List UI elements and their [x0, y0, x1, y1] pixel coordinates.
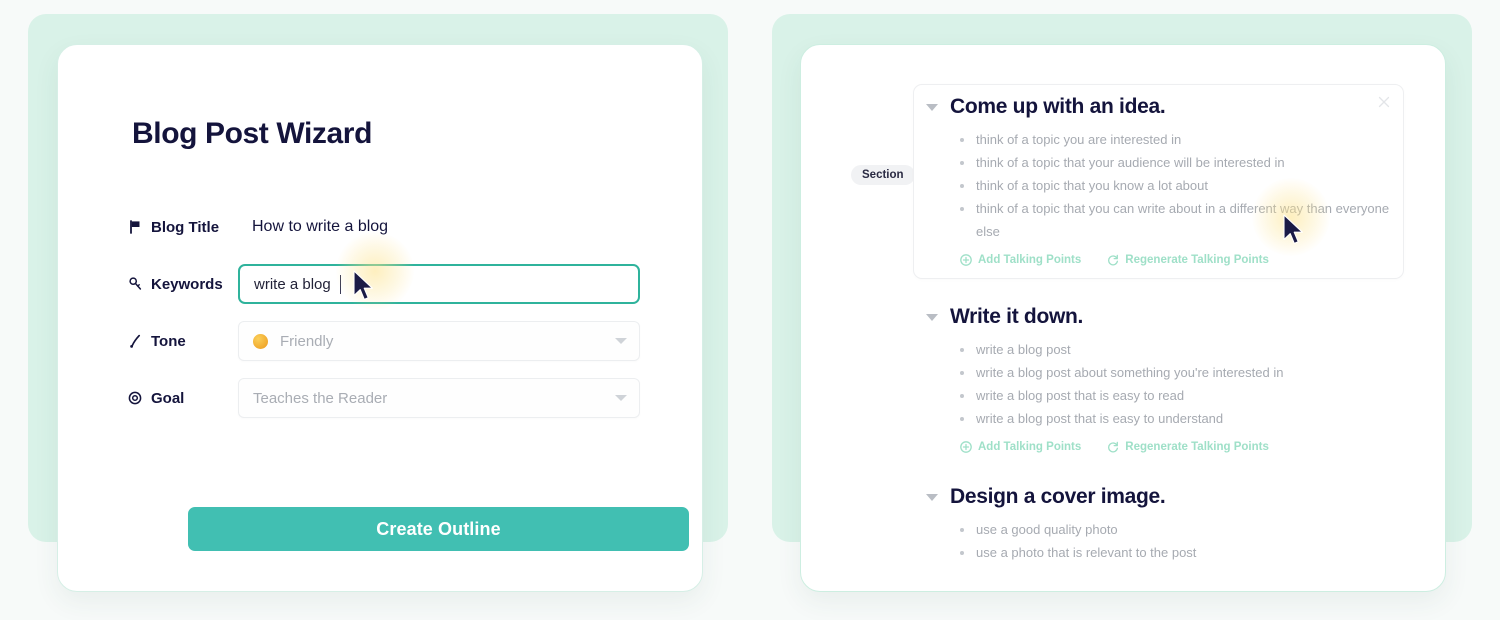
list-item: write a blog post [960, 338, 1404, 361]
keywords-label: Keywords [128, 276, 238, 293]
chevron-down-icon[interactable] [615, 395, 627, 401]
create-outline-button[interactable]: Create Outline [188, 507, 689, 551]
section-title: Write it down. [950, 305, 1084, 328]
outline-section[interactable]: Write it down. write a blog post write a… [914, 305, 1404, 453]
talking-points-actions: Add Talking Points Regenerate Talking Po… [960, 254, 1391, 266]
form-row-keywords: Keywords write a blog [128, 257, 640, 311]
list-item: think of a topic that you know a lot abo… [960, 174, 1391, 197]
section-badge: Section [851, 165, 915, 185]
goal-label-text: Goal [151, 389, 185, 407]
list-item: think of a topic that you can write abou… [960, 197, 1391, 243]
tone-emoji-icon [253, 333, 268, 349]
chevron-down-icon[interactable] [615, 338, 627, 344]
keywords-input-value: write a blog [254, 275, 331, 293]
flag-icon [128, 220, 142, 234]
section-header[interactable]: Come up with an idea. [914, 95, 1391, 119]
regenerate-talking-points-button[interactable]: Regenerate Talking Points [1107, 441, 1269, 453]
regenerate-talking-points-button[interactable]: Regenerate Talking Points [1107, 254, 1269, 266]
goal-label: Goal [128, 390, 238, 407]
goal-field-wrap: Teaches the Reader [238, 378, 640, 418]
list-item: think of a topic you are interested in [960, 128, 1391, 151]
chevron-down-icon[interactable] [926, 103, 938, 111]
plus-circle-icon [960, 441, 972, 453]
tone-select[interactable]: Friendly [238, 321, 640, 361]
goal-select-value: Teaches the Reader [253, 389, 388, 407]
section-header[interactable]: Design a cover image. [914, 485, 1404, 509]
refresh-icon [1108, 441, 1119, 453]
blog-title-label-text: Blog Title [151, 218, 220, 236]
chevron-down-icon[interactable] [926, 493, 938, 501]
list-item: write a blog post about something you're… [960, 361, 1404, 384]
wizard-form: Blog Title How to write a blog Keywords … [128, 200, 640, 428]
plus-circle-icon [960, 254, 972, 266]
blog-title-value: How to write a blog [252, 218, 389, 235]
add-talking-points-button[interactable]: Add Talking Points [960, 254, 1081, 266]
talking-points-actions: Add Talking Points Regenerate Talking Po… [960, 441, 1404, 453]
add-talking-points-label: Add Talking Points [978, 441, 1082, 453]
outline-sections: Come up with an idea. think of a topic y… [913, 84, 1404, 564]
regenerate-talking-points-label: Regenerate Talking Points [1125, 254, 1269, 266]
outline-section[interactable]: Design a cover image. use a good quality… [914, 485, 1404, 564]
refresh-icon [1108, 254, 1119, 266]
talking-points-list: use a good quality photo use a photo tha… [960, 518, 1404, 564]
pen-icon [128, 334, 142, 348]
section-header[interactable]: Write it down. [914, 305, 1404, 329]
talking-points-list: think of a topic you are interested in t… [960, 128, 1391, 243]
blog-post-wizard-card: Blog Post Wizard Blog Title How to write… [57, 44, 703, 592]
list-item: use a photo that is relevant to the post [960, 541, 1404, 564]
list-item: write a blog post that is easy to read [960, 384, 1404, 407]
key-icon [128, 277, 142, 291]
tone-label-text: Tone [151, 332, 186, 350]
form-row-blog-title: Blog Title How to write a blog [128, 200, 640, 254]
target-icon [128, 391, 142, 405]
add-talking-points-label: Add Talking Points [978, 254, 1082, 266]
chevron-down-icon[interactable] [926, 313, 938, 321]
tone-select-value: Friendly [280, 332, 334, 350]
regenerate-talking-points-label: Regenerate Talking Points [1125, 441, 1269, 453]
close-icon[interactable] [1377, 95, 1391, 109]
add-talking-points-button[interactable]: Add Talking Points [960, 441, 1081, 453]
keywords-field-wrap: write a blog [238, 264, 640, 304]
keywords-label-text: Keywords [151, 275, 223, 293]
keywords-input[interactable]: write a blog [238, 264, 640, 304]
outline-section[interactable]: Come up with an idea. think of a topic y… [913, 84, 1404, 279]
blog-title-label: Blog Title [128, 219, 238, 236]
list-item: use a good quality photo [960, 518, 1404, 541]
page-title: Blog Post Wizard [132, 117, 373, 150]
tone-field-wrap: Friendly [238, 321, 640, 361]
talking-points-list: write a blog post write a blog post abou… [960, 338, 1404, 430]
app-screenshot: Blog Post Wizard Blog Title How to write… [0, 0, 1500, 620]
tone-label: Tone [128, 333, 238, 350]
list-item: write a blog post that is easy to unders… [960, 407, 1404, 430]
form-row-tone: Tone Friendly [128, 314, 640, 368]
blog-title-value-wrap: How to write a blog [238, 218, 640, 236]
text-caret [339, 274, 341, 294]
form-row-goal: Goal Teaches the Reader [128, 371, 640, 425]
section-title: Design a cover image. [950, 485, 1166, 508]
list-item: think of a topic that your audience will… [960, 151, 1391, 174]
section-title: Come up with an idea. [950, 95, 1166, 118]
goal-select[interactable]: Teaches the Reader [238, 378, 640, 418]
